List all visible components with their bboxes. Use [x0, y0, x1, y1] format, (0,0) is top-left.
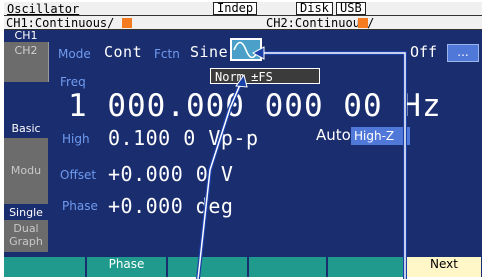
softkey-3[interactable]	[168, 257, 248, 277]
mode-label: Mode	[58, 47, 91, 61]
softkey-4[interactable]	[249, 257, 327, 277]
fctn-value[interactable]: Sine	[190, 43, 228, 61]
disk-indicator: Disk	[296, 2, 333, 15]
usb-indicator: USB	[336, 2, 366, 15]
softkey-bar: Phase Next	[4, 257, 482, 277]
tab-ch2[interactable]: CH2	[4, 42, 49, 82]
fctn-label: Fctn	[154, 47, 180, 61]
load-impedance-badge[interactable]: High-Z	[351, 127, 410, 145]
tab-basic[interactable]: Basic	[4, 123, 48, 135]
tab-dual-label: Dual	[13, 222, 39, 235]
tab-graph-label: Graph	[9, 235, 43, 248]
tab-single[interactable]: Single	[4, 207, 48, 219]
tab-dual-graph[interactable]: Dual Graph	[4, 220, 48, 252]
sine-wave-icon[interactable]	[230, 38, 262, 61]
oscillator-screen: Oscillator Indep Disk USB CH1:Continuous…	[4, 2, 482, 277]
high-label: High	[62, 132, 90, 146]
freq-label: Freq	[60, 75, 86, 89]
softkey-phase[interactable]: Phase	[87, 257, 167, 277]
auto-value: Auto	[316, 126, 351, 144]
phase-label: Phase	[62, 199, 98, 213]
indep-indicator: Indep	[213, 2, 258, 15]
range-field[interactable]: Norm ±FS	[210, 68, 320, 84]
amplitude-value[interactable]: 0.100 0 Vp-p	[108, 126, 259, 150]
top-status-bar: Oscillator Indep Disk USB	[4, 2, 482, 16]
softkey-5[interactable]	[328, 257, 406, 277]
offset-value[interactable]: +0.000 0 V	[108, 162, 233, 186]
more-button[interactable]: ...	[447, 44, 479, 62]
phase-value[interactable]: +0.000 deg	[108, 194, 233, 218]
output-state[interactable]: Off	[410, 43, 437, 61]
channel-status-bar: CH1:Continuous/ CH2:Continuous/	[4, 16, 482, 30]
app-title: Oscillator	[7, 2, 80, 16]
softkey-1[interactable]	[4, 257, 86, 277]
tab-ch1[interactable]: CH1	[4, 30, 48, 42]
ch1-status-square-icon	[122, 18, 132, 28]
ch2-status-square-icon	[358, 18, 368, 28]
freq-value[interactable]: 1 000.000 000 00 Hz	[68, 88, 442, 124]
tab-modu[interactable]: Modu	[4, 138, 48, 204]
mode-value[interactable]: Cont	[104, 43, 142, 61]
ch1-status: CH1:Continuous/	[6, 16, 115, 30]
softkey-next[interactable]: Next	[407, 257, 482, 277]
offset-label: Offset	[60, 168, 97, 182]
